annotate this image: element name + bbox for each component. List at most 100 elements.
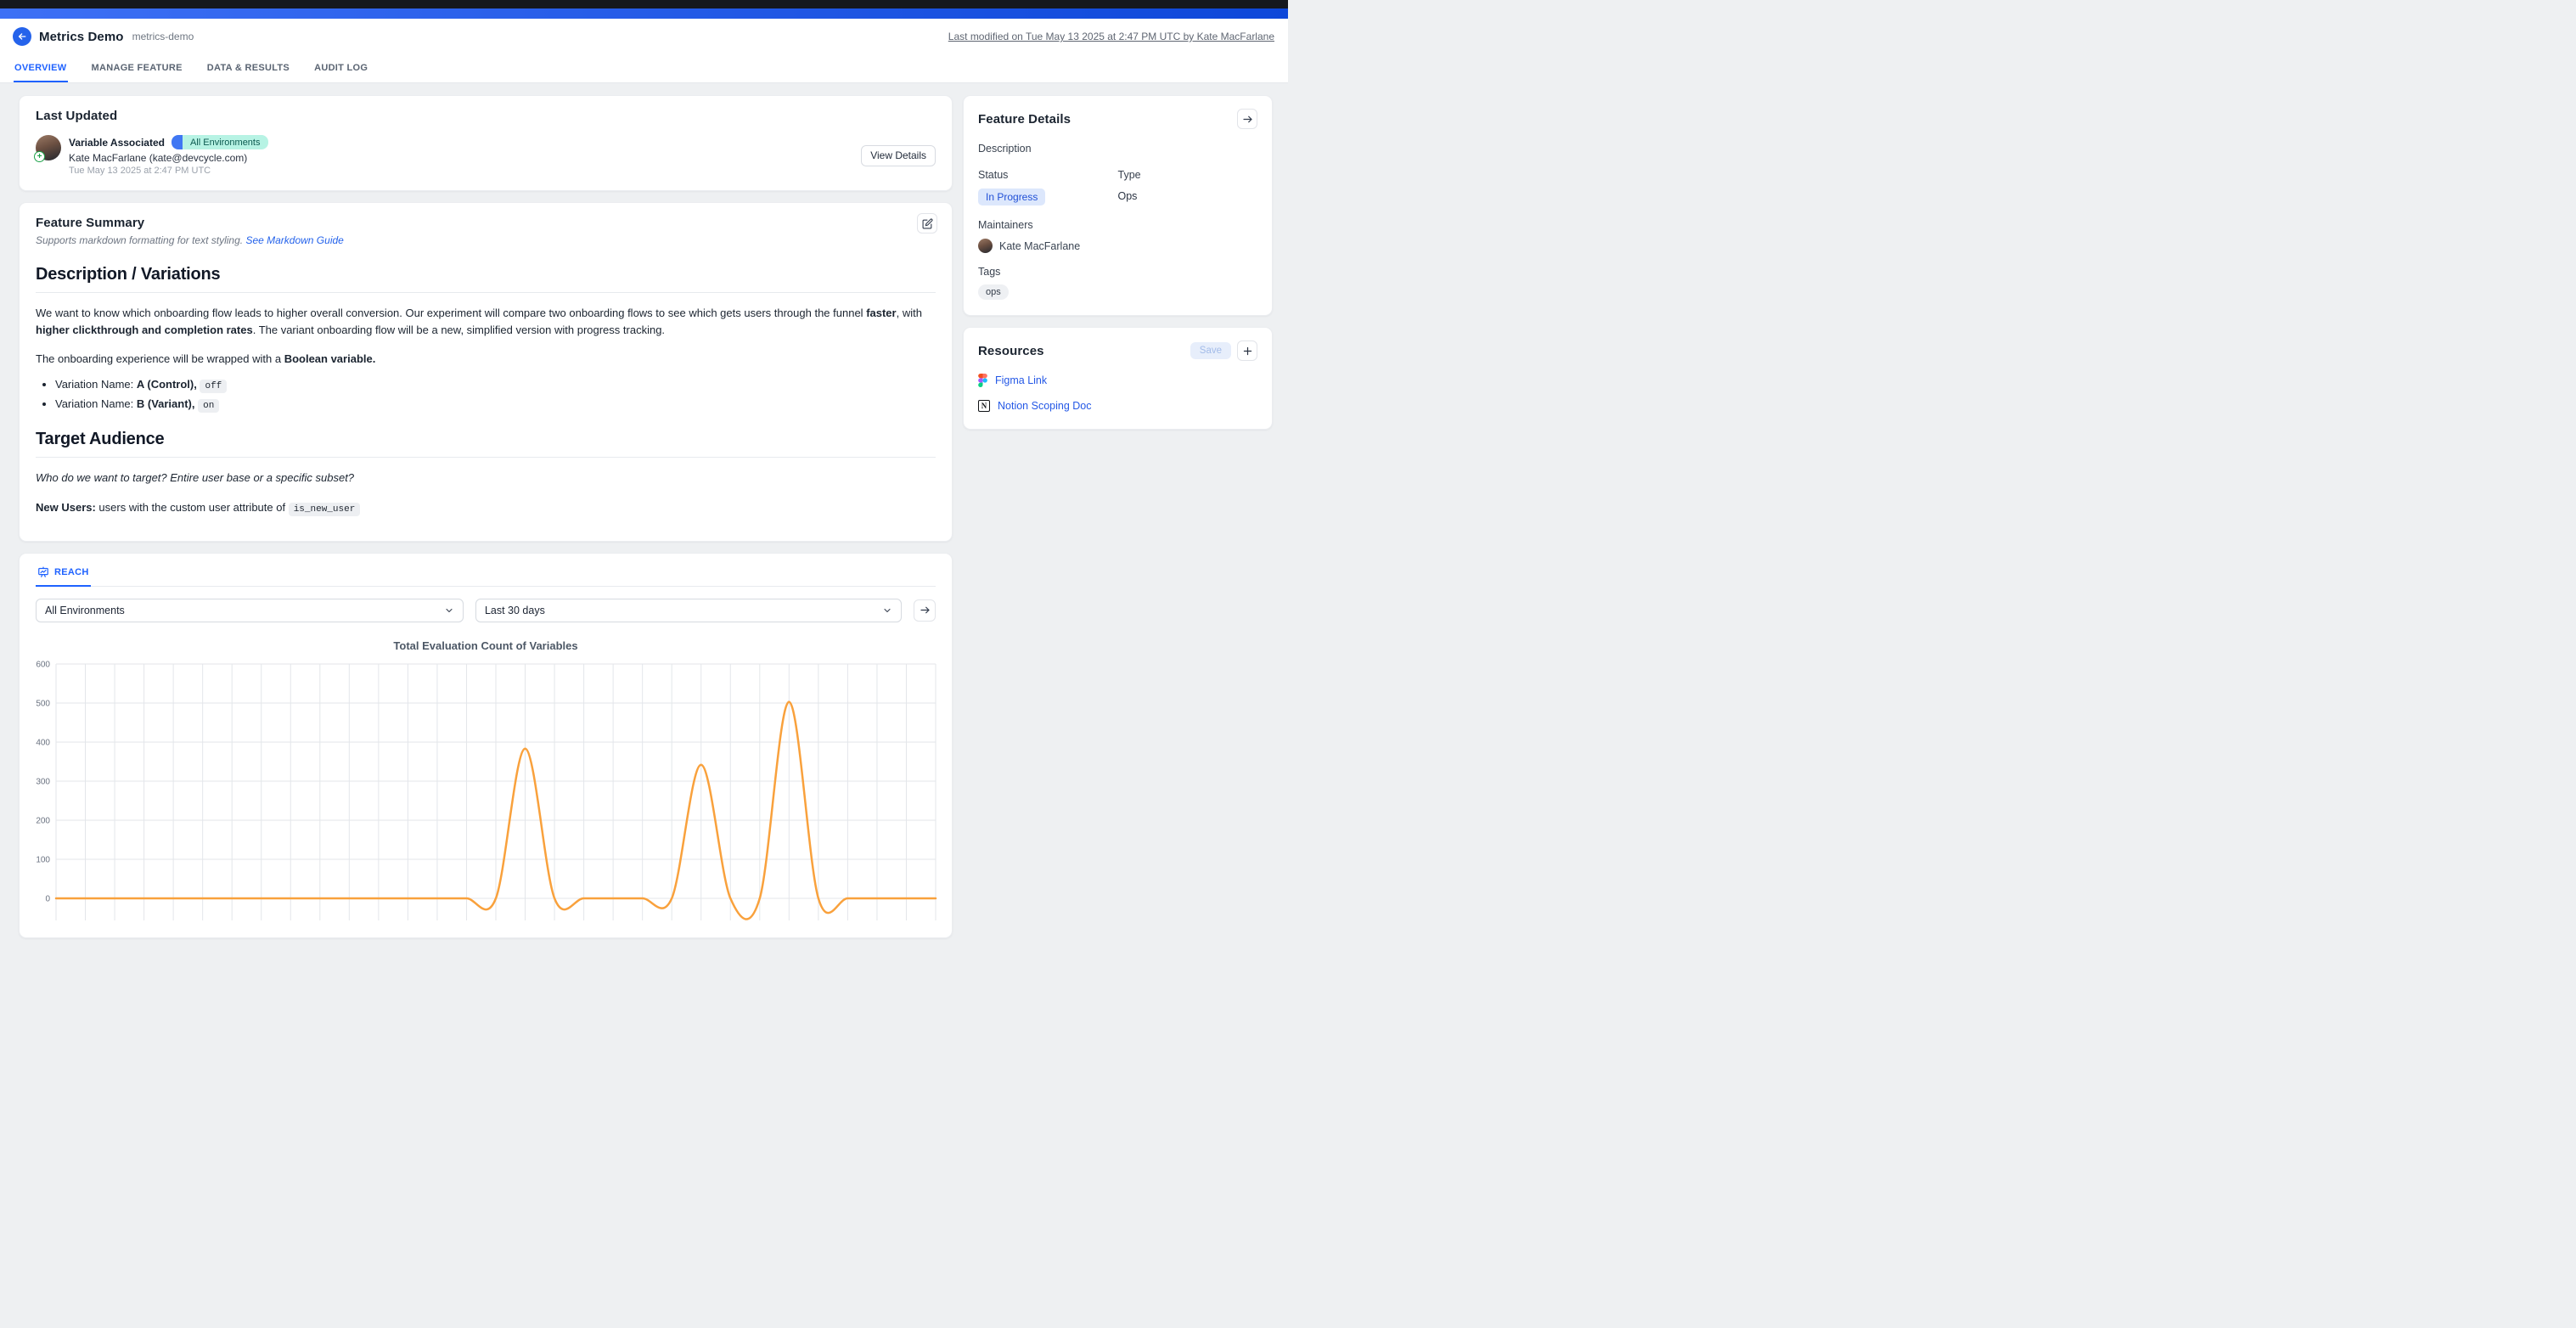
event-user: Kate MacFarlane (kate@devcycle.com) (69, 152, 268, 164)
description-label: Description (978, 143, 1257, 155)
tab-overview[interactable]: OVERVIEW (14, 58, 68, 82)
last-updated-title: Last Updated (36, 109, 936, 123)
summary-markdown: Description / Variations We want to know… (36, 265, 936, 517)
tab-reach[interactable]: REACH (36, 566, 91, 587)
sidebar-column: Feature Details Description Status In Pr… (963, 95, 1273, 430)
variation-item-control: Variation Name: A (Control), off (55, 378, 936, 391)
feature-summary-title: Feature Summary (36, 216, 936, 230)
tab-data-results[interactable]: DATA & RESULTS (206, 58, 290, 82)
open-feature-details-button[interactable] (1237, 109, 1257, 129)
svg-text:200: 200 (36, 816, 50, 825)
environment-select-value: All Environments (45, 605, 125, 616)
type-value: Ops (1118, 190, 1258, 202)
apply-filters-button[interactable] (914, 599, 936, 622)
plus-icon (1242, 346, 1253, 357)
reach-chart-icon (37, 566, 49, 578)
environment-color-chip (172, 135, 183, 149)
resources-card: Resources Save Figma Link (963, 327, 1273, 430)
brand-gradient-bar (0, 8, 1288, 19)
reach-card: REACH All Environments Last 30 days (19, 553, 953, 938)
type-label: Type (1118, 169, 1258, 181)
svg-text:600: 600 (36, 660, 50, 669)
tab-manage-feature[interactable]: MANAGE FEATURE (91, 58, 183, 82)
tab-audit-log[interactable]: AUDIT LOG (313, 58, 368, 82)
create-event-icon: + (34, 151, 45, 162)
environment-select[interactable]: All Environments (36, 599, 464, 622)
variation-list: Variation Name: A (Control), off Variati… (40, 378, 936, 411)
svg-text:500: 500 (36, 699, 50, 708)
edit-summary-button[interactable] (917, 213, 937, 234)
audit-event-row: + Variable Associated All Environments K… (36, 135, 936, 176)
chart-title: Total Evaluation Count of Variables (36, 639, 936, 652)
reach-tab-label: REACH (54, 567, 89, 577)
edit-icon (922, 218, 933, 229)
tag-pill: ops (978, 284, 1009, 300)
figma-resource-link[interactable]: Figma Link (978, 374, 1257, 387)
notion-icon: N (978, 400, 990, 412)
last-updated-card: Last Updated + Variable Associated All E… (19, 95, 953, 191)
status-type-row: Status In Progress Type Ops (978, 169, 1257, 205)
new-users-paragraph: New Users: users with the custom user at… (36, 499, 936, 517)
markdown-hint: Supports markdown formatting for text st… (36, 234, 936, 246)
feature-tabs: OVERVIEW MANAGE FEATURE DATA & RESULTS A… (0, 58, 1288, 82)
notion-resource-link[interactable]: N Notion Scoping Doc (978, 400, 1257, 412)
feature-header: Metrics Demo metrics-demo Last modified … (0, 19, 1288, 83)
last-modified-text[interactable]: Last modified on Tue May 13 2025 at 2:47… (948, 31, 1274, 42)
evaluation-count-line-chart: 0100200300400500600 (36, 657, 937, 920)
chevron-down-icon (882, 605, 892, 616)
status-badge[interactable]: In Progress (978, 189, 1045, 205)
description-variations-heading: Description / Variations (36, 265, 936, 293)
svg-text:0: 0 (45, 894, 50, 903)
date-range-select-value: Last 30 days (485, 605, 545, 616)
environment-badge: All Environments (172, 135, 268, 149)
feature-details-title: Feature Details (978, 112, 1071, 127)
event-timestamp: Tue May 13 2025 at 2:47 PM UTC (69, 166, 268, 176)
boolean-variable-paragraph: The onboarding experience will be wrappe… (36, 351, 936, 368)
status-label: Status (978, 169, 1118, 181)
main-column: Last Updated + Variable Associated All E… (19, 95, 953, 938)
resource-links: Figma Link N Notion Scoping Doc (978, 374, 1257, 412)
markdown-guide-link[interactable]: See Markdown Guide (245, 234, 343, 246)
target-audience-heading: Target Audience (36, 430, 936, 458)
chevron-down-icon (444, 605, 454, 616)
feature-key: metrics-demo (132, 31, 194, 42)
resource-link-label: Figma Link (995, 374, 1047, 386)
arrow-right-icon (1242, 114, 1253, 125)
variation-item-variant: Variation Name: B (Variant), on (55, 397, 936, 411)
back-button[interactable] (13, 27, 31, 46)
metrics-tabs: REACH (36, 566, 936, 587)
event-details: Variable Associated All Environments Kat… (69, 135, 268, 176)
reach-chart: 0100200300400500600 (36, 657, 936, 925)
maintainer-row: Kate MacFarlane (978, 239, 1257, 253)
arrow-right-icon (920, 605, 931, 616)
avatar (978, 239, 993, 253)
page-content: Last Updated + Variable Associated All E… (0, 83, 1288, 938)
variation-value-off: off (200, 380, 227, 393)
description-paragraph: We want to know which onboarding flow le… (36, 305, 936, 339)
resources-title: Resources (978, 344, 1044, 358)
target-audience-question: Who do we want to target? Entire user ba… (36, 470, 936, 487)
feature-details-card: Feature Details Description Status In Pr… (963, 95, 1273, 316)
page-title: Metrics Demo (39, 30, 124, 44)
figma-icon (978, 374, 987, 387)
date-range-select[interactable]: Last 30 days (475, 599, 902, 622)
svg-text:300: 300 (36, 777, 50, 786)
markdown-hint-text: Supports markdown formatting for text st… (36, 234, 245, 246)
back-arrow-icon (17, 31, 27, 42)
tags-label: Tags (978, 266, 1257, 278)
save-button[interactable]: Save (1190, 342, 1231, 359)
variation-value-on: on (198, 399, 219, 413)
reach-filters: All Environments Last 30 days (36, 599, 936, 622)
add-resource-button[interactable] (1237, 340, 1257, 361)
maintainer-name: Kate MacFarlane (999, 240, 1080, 252)
top-system-bar (0, 0, 1288, 8)
maintainers-label: Maintainers (978, 219, 1257, 231)
feature-summary-card: Feature Summary Supports markdown format… (19, 202, 953, 542)
attribute-chip: is_new_user (289, 503, 361, 516)
avatar: + (36, 135, 61, 160)
svg-text:100: 100 (36, 855, 50, 864)
view-details-button[interactable]: View Details (861, 145, 936, 166)
resource-link-label: Notion Scoping Doc (998, 400, 1091, 412)
environment-badge-label: All Environments (183, 135, 268, 149)
event-name: Variable Associated (69, 137, 165, 149)
